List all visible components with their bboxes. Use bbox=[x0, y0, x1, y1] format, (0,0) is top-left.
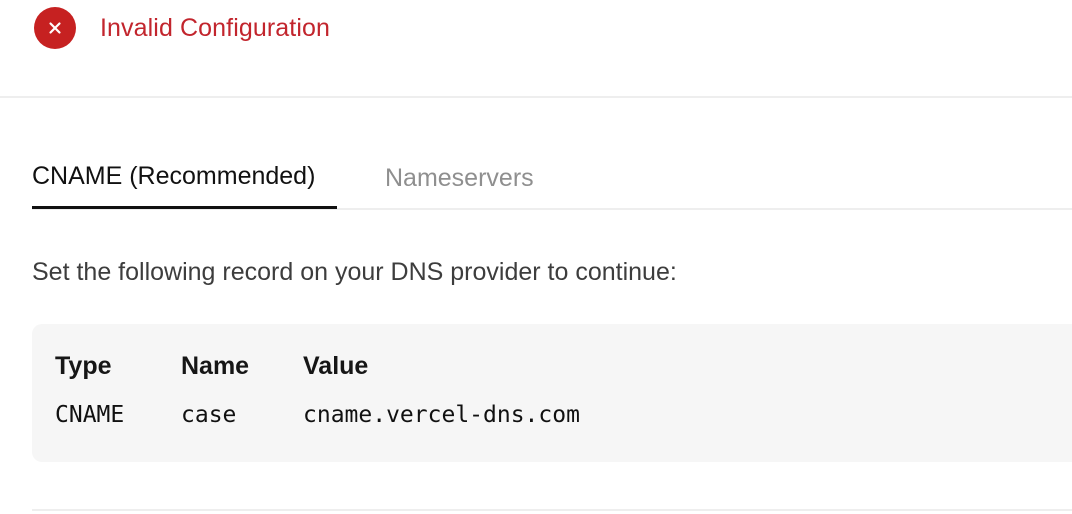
divider bbox=[32, 509, 1072, 511]
record-header-row: Type Name Value bbox=[55, 352, 368, 381]
status-header: Invalid Configuration bbox=[34, 6, 330, 50]
divider bbox=[0, 96, 1072, 98]
status-label: Invalid Configuration bbox=[100, 13, 331, 42]
tab-cname[interactable]: CNAME (Recommended) bbox=[32, 150, 337, 209]
x-circle-icon bbox=[34, 7, 76, 49]
header-name: Name bbox=[181, 352, 250, 380]
header-type: Type bbox=[55, 352, 112, 380]
tab-nameservers[interactable]: Nameservers bbox=[385, 150, 534, 206]
record-row: CNAME case cname.vercel-dns.com bbox=[55, 402, 580, 428]
domain-config-panel: Invalid Configuration CNAME (Recommended… bbox=[0, 0, 1072, 514]
header-value: Value bbox=[303, 352, 369, 380]
record-type-tabs: CNAME (Recommended) Nameservers bbox=[32, 150, 1072, 210]
record-type: CNAME bbox=[55, 402, 125, 428]
record-value: cname.vercel-dns.com bbox=[303, 402, 580, 428]
dns-record-box: Type Name Value CNAME case cname.vercel-… bbox=[32, 324, 1072, 462]
instruction-text: Set the following record on your DNS pro… bbox=[32, 258, 677, 286]
record-name: case bbox=[181, 402, 237, 428]
